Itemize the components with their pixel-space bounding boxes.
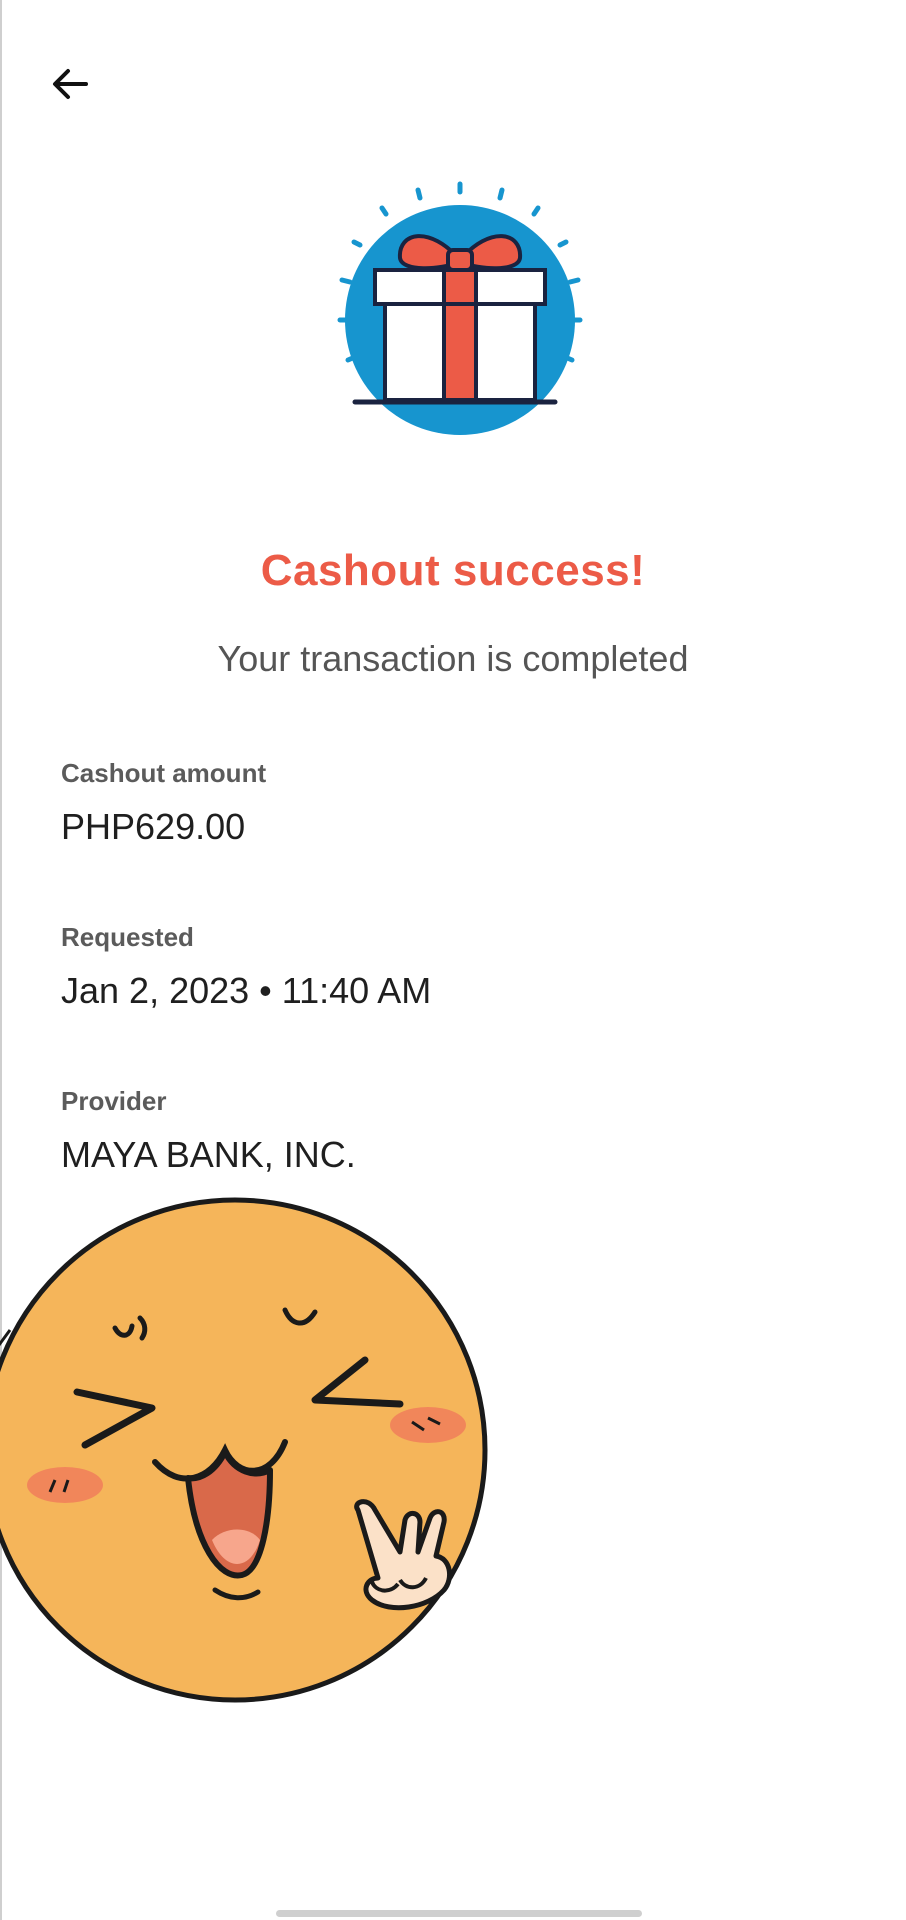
requested-label: Requested	[61, 922, 194, 952]
status-subtitle: Your transaction is completed	[217, 638, 689, 679]
provider-value: MAYA BANK, INC.	[61, 1134, 356, 1175]
gift-illustration	[310, 170, 610, 450]
status-title: Cashout success!	[260, 546, 646, 595]
laughing-face-sticker	[0, 1180, 520, 1720]
back-button[interactable]	[38, 52, 102, 116]
arrow-left-icon	[53, 69, 88, 99]
requested-value: Jan 2, 2023 • 11:40 AM	[61, 970, 432, 1011]
cashout-amount-value: PHP629.00	[61, 806, 246, 847]
provider-label: Provider	[61, 1086, 167, 1116]
home-indicator[interactable]	[276, 1910, 642, 1917]
gift-box-icon	[337, 181, 583, 435]
laughing-face-icon	[0, 1197, 488, 1703]
cashout-amount-label: Cashout amount	[61, 758, 267, 788]
